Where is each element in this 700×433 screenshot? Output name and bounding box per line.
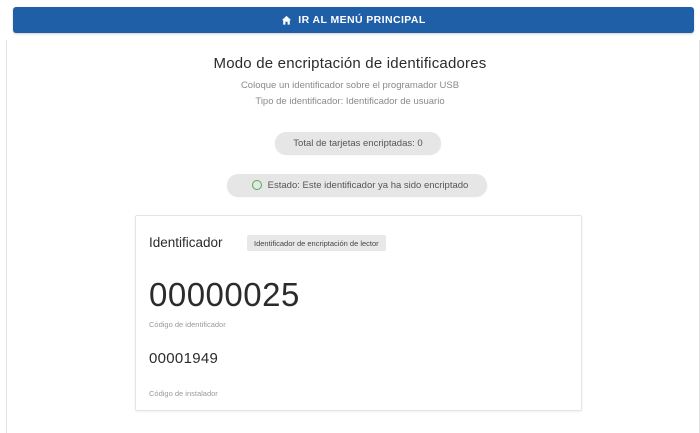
identifier-label: Identificador (149, 235, 223, 250)
main-menu-label: IR AL MENÚ PRINCIPAL (298, 14, 426, 26)
identifier-code-caption: Código de identificador (149, 320, 226, 329)
identifier-type-text: Tipo de identificador: Identificador de … (255, 96, 445, 107)
total-encrypted-label: Total de tarjetas encriptadas: 0 (293, 137, 423, 149)
status-circle-icon (251, 180, 262, 190)
status-label: Estado: Este identificador ya ha sido en… (267, 179, 469, 191)
installer-code-caption: Código de instalador (149, 389, 218, 398)
main-menu-button[interactable]: IR AL MENÚ PRINCIPAL (13, 7, 694, 33)
installer-code: 00001949 (149, 350, 219, 367)
page: IR AL MENÚ PRINCIPAL Modo de encriptació… (0, 0, 700, 433)
status-badge: Estado: Este identificador ya ha sido en… (227, 174, 487, 196)
identifier-card: Identificador Identificador de encriptac… (135, 215, 582, 411)
total-encrypted-badge: Total de tarjetas encriptadas: 0 (275, 132, 441, 154)
identifier-code: 00000025 (149, 276, 300, 313)
reader-encryption-badge: Identificador de encriptación de lector (247, 235, 386, 251)
page-title: Modo de encriptación de identificadores (213, 55, 487, 72)
home-icon (281, 15, 292, 26)
instruction-text: Coloque un identificador sobre el progra… (240, 80, 460, 91)
